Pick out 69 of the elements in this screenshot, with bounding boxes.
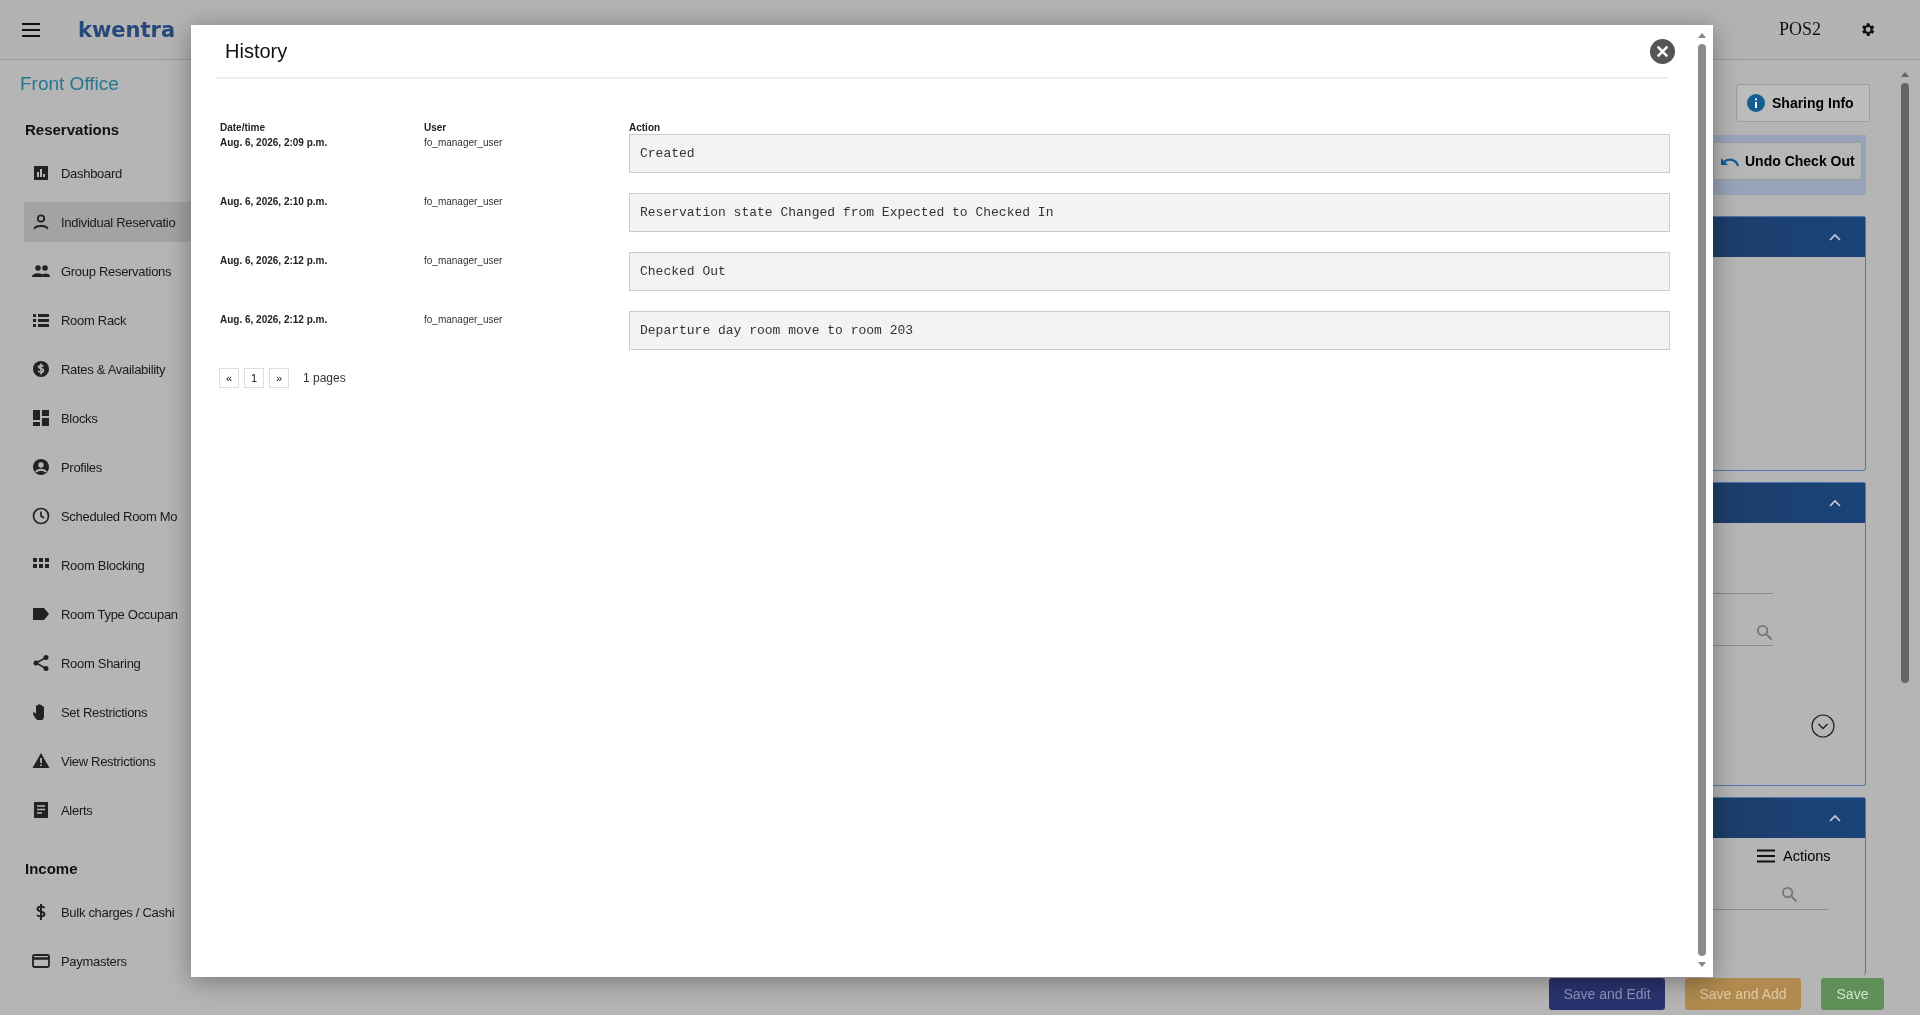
tag-icon [32,605,50,623]
chevron-up-icon[interactable] [1829,814,1841,822]
list-icon [32,311,50,329]
people-icon [32,262,50,280]
share-icon [32,654,50,672]
actions-button[interactable]: Actions [1757,848,1865,864]
datetime-cell-text: Aug. 6, 2026, 2:12 p.m. [220,255,329,268]
previous-page-button[interactable]: « [219,368,239,388]
settings-icon[interactable] [1859,21,1876,38]
page-count: 1 pages [303,371,346,385]
user-cell-text: fo_manager_user [424,314,504,327]
dollar-icon [32,360,50,378]
menu-icon[interactable] [22,22,40,37]
menu-icon [1757,849,1775,863]
sidebar-item[interactable]: Bulk charges / Cashi [24,892,191,932]
terminal-name: POS2 [1778,19,1821,40]
credit-card-icon [32,952,50,970]
chevron-up-icon[interactable] [1829,499,1841,507]
action-text: Reservation state Changed from Expected to Checked In [629,193,1670,232]
sidebar-item[interactable]: Room Rack [24,300,191,340]
close-icon[interactable] [1649,37,1676,65]
action-text: Checked Out [629,252,1670,291]
info-icon [1747,94,1765,112]
blocks-icon [32,409,50,427]
notes-icon [32,801,50,819]
expand-icon[interactable] [1811,714,1835,738]
sidebar-item[interactable]: Dashboard [24,153,191,193]
user-cell-text: fo_manager_user [424,255,504,268]
field-line[interactable] [1713,593,1773,594]
chevron-up-icon[interactable] [1829,233,1841,241]
sidebar-item[interactable]: Room Blocking [24,545,191,585]
account-icon [32,458,50,476]
next-page-button[interactable]: » [269,368,289,388]
action-text: Created [629,134,1670,173]
dialog-title: History [225,39,288,63]
section-title: Front Office [20,73,120,96]
sidebar-item[interactable]: Alerts [24,790,191,830]
sidebar-item[interactable]: Group Reservations [24,251,191,291]
clock-icon [32,507,50,525]
sidebar-item[interactable]: Set Restrictions [24,692,191,732]
sidebar-item[interactable]: Room Type Occupan [24,594,191,634]
page-button[interactable]: 1 [244,368,264,388]
bar-chart-icon [32,164,50,182]
column-header: Action [629,122,662,135]
footer-button[interactable]: Save and Edit [1549,978,1665,1010]
column-header: User [424,122,448,135]
menu-heading: Reservations [25,121,121,138]
user-cell-text: fo_manager_user [424,137,504,150]
undo-icon [1720,155,1740,167]
datetime-cell-text: Aug. 6, 2026, 2:09 p.m. [220,137,329,150]
action-text: Departure day room move to room 203 [629,311,1670,350]
sidebar-item[interactable]: Room Sharing [24,643,191,683]
sidebar-item[interactable]: Blocks [24,398,191,438]
datetime-cell-text: Aug. 6, 2026, 2:12 p.m. [220,314,329,327]
user-cell-text: fo_manager_user [424,196,504,209]
datetime-cell-text: Aug. 6, 2026, 2:10 p.m. [220,196,329,209]
sidebar-item[interactable]: Paymasters [24,941,191,981]
person-icon [32,213,50,231]
sharing-info-button[interactable]: Sharing Info [1736,84,1870,122]
sidebar-item[interactable]: Rates & Availability [24,349,191,389]
logo[interactable]: kwentra [78,17,176,42]
warning-icon [32,752,50,770]
sidebar-item[interactable]: Scheduled Room Mo [24,496,191,536]
menu-heading: Income [25,860,79,877]
column-header: Date/time [220,122,266,135]
sidebar-item[interactable]: View Restrictions [24,741,191,781]
sidebar-item[interactable]: Individual Reservatio [24,202,191,242]
sidebar-item[interactable]: Profiles [24,447,191,487]
undo-button[interactable]: Undo Check Out [1713,142,1862,180]
